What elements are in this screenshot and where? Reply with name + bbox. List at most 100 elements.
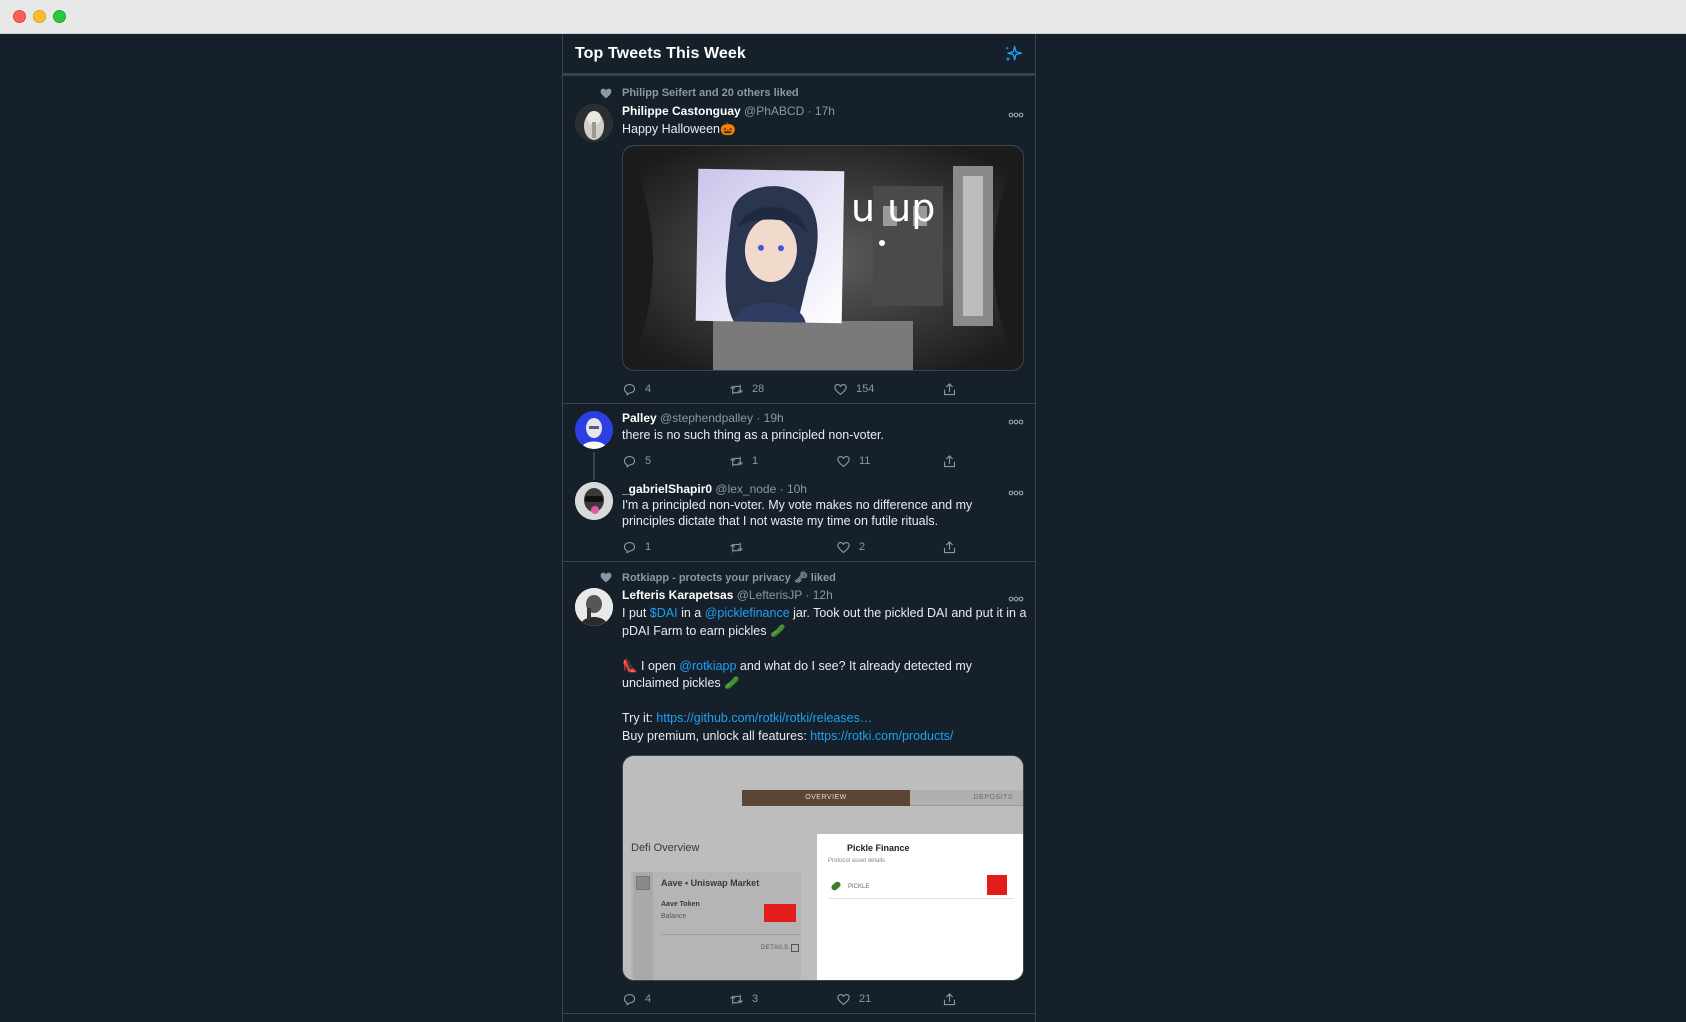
divider — [563, 403, 1035, 404]
author-name[interactable]: _gabrielShapir0 — [622, 482, 712, 496]
reply-count: 4 — [645, 993, 652, 1005]
cashtag-link[interactable]: $DAI — [650, 606, 678, 620]
mention-link[interactable]: @rotkiapp — [679, 659, 736, 673]
retweet-icon — [730, 542, 743, 552]
tweet-text: Happy Halloween🎃 — [622, 122, 736, 136]
share-button[interactable] — [942, 991, 957, 1007]
overview-tab: OVERVIEW — [742, 790, 910, 806]
maximize-window-button[interactable] — [53, 10, 66, 23]
tweet-text: there is no such thing as a principled n… — [622, 428, 884, 442]
reply-button[interactable]: 5 — [622, 453, 651, 469]
close-window-button[interactable] — [13, 10, 26, 23]
defi-title: Defi Overview — [631, 842, 700, 854]
image-caption: u up — [851, 186, 936, 230]
author-handle[interactable]: @stephendpalley — [660, 411, 753, 425]
like-button[interactable]: 154 — [833, 381, 874, 397]
like-button[interactable]: 2 — [836, 539, 865, 555]
reply-button[interactable]: 1 — [622, 539, 651, 555]
timeline-column: Top Tweets This Week Philipp Seifert and… — [562, 34, 1036, 1022]
share-button[interactable] — [942, 453, 957, 469]
tweet-text: I put $DAI in a @picklefinance jar. Took… — [622, 605, 1027, 745]
sparkle-icon[interactable] — [1003, 44, 1023, 64]
share-icon — [943, 454, 956, 467]
share-button[interactable] — [942, 539, 957, 555]
tweet-time[interactable]: · 12h — [805, 588, 832, 602]
minimize-window-button[interactable] — [33, 10, 46, 23]
more-options-icon[interactable] — [1008, 490, 1024, 496]
reply-icon — [623, 541, 636, 553]
tweet-time[interactable]: · 10h — [780, 482, 807, 496]
author-handle[interactable]: @LefterisJP — [737, 588, 802, 602]
social-context[interactable]: Rotkiapp - protects your privacy 🗝 liked — [622, 571, 836, 584]
author-handle[interactable]: @PhABCD — [744, 104, 804, 118]
retweet-icon — [730, 456, 743, 466]
retweet-icon — [730, 384, 743, 394]
author-name[interactable]: Philippe Castonguay — [622, 104, 741, 118]
mention-link[interactable]: @picklefinance — [705, 606, 790, 620]
thread-connector — [593, 452, 595, 480]
retweet-button[interactable]: 1 — [729, 453, 758, 469]
author-name[interactable]: Palley — [622, 411, 657, 425]
retweet-icon — [730, 994, 743, 1004]
reply-count: 4 — [645, 383, 652, 395]
share-icon — [943, 540, 956, 553]
share-icon — [943, 382, 956, 395]
reply-button[interactable]: 4 — [622, 991, 651, 1007]
tweet-time[interactable]: · 17h — [808, 104, 835, 118]
avatar[interactable] — [575, 104, 613, 142]
retweet-count: 28 — [752, 383, 765, 395]
more-options-icon[interactable] — [1008, 596, 1024, 602]
author-handle[interactable]: @lex_node — [715, 482, 776, 496]
timeline-header: Top Tweets This Week — [563, 34, 1035, 76]
retweet-button[interactable]: 3 — [729, 991, 758, 1007]
tweet-paragraph: 👠 I open @rotkiapp and what do I see? It… — [622, 658, 972, 691]
heart-icon — [837, 541, 850, 553]
tweet-header: Philippe Castonguay @PhABCD · 17h — [622, 104, 835, 118]
retweet-count: 3 — [752, 993, 759, 1005]
more-options-icon[interactable] — [1008, 419, 1024, 425]
tweet-paragraph: I put $DAI in a @picklefinance jar. Took… — [622, 606, 1027, 638]
heart-icon — [600, 88, 612, 99]
share-button[interactable] — [942, 381, 957, 397]
tweet-image[interactable]: OVERVIEW DEPOSITS Defi Overview Aave • U… — [622, 755, 1024, 981]
heart-icon — [837, 455, 850, 467]
like-count: 2 — [859, 541, 866, 553]
like-count: 21 — [859, 993, 872, 1005]
tweet-time[interactable]: · 19h — [756, 411, 783, 425]
tweet-text: I'm a principled non-voter. My vote make… — [622, 498, 973, 528]
retweet-button[interactable]: 28 — [729, 381, 764, 397]
reply-count: 5 — [645, 455, 652, 467]
url-link[interactable]: https://github.com/rotki/rotki/releases… — [656, 711, 872, 725]
reply-icon — [623, 383, 636, 395]
pickle-dialog: Pickle Finance Protocol asset details PI… — [817, 834, 1023, 980]
avatar[interactable] — [575, 411, 613, 449]
avatar[interactable] — [575, 588, 613, 626]
reply-button[interactable]: 4 — [622, 381, 651, 397]
window-titlebar — [0, 0, 1686, 34]
tweet-header: _gabrielShapir0 @lex_node · 10h — [622, 482, 807, 496]
url-link[interactable]: https://rotki.com/products/ — [810, 729, 953, 743]
tweet-paragraph: Buy premium, unlock all features: https:… — [622, 728, 954, 743]
heart-icon — [600, 572, 612, 583]
reply-icon — [623, 455, 636, 467]
share-icon — [943, 992, 956, 1005]
heart-icon — [834, 383, 847, 395]
retweet-count: 1 — [752, 455, 759, 467]
heart-icon — [837, 993, 850, 1005]
market-card: Aave • Uniswap Market Aave Token Balance… — [631, 872, 801, 980]
tweet-header: Lefteris Karapetsas @LefterisJP · 12h — [622, 588, 833, 602]
reply-count: 1 — [645, 541, 652, 553]
more-options-icon[interactable] — [1008, 112, 1024, 118]
divider — [563, 561, 1035, 562]
tweet-image[interactable]: u up — [622, 145, 1024, 371]
divider — [563, 1013, 1035, 1014]
tweet-header: Palley @stephendpalley · 19h — [622, 411, 784, 425]
tweet-paragraph: Try it: https://github.com/rotki/rotki/r… — [622, 711, 873, 725]
like-count: 154 — [856, 383, 875, 395]
retweet-button[interactable] — [729, 539, 752, 555]
avatar[interactable] — [575, 482, 613, 520]
like-button[interactable]: 21 — [836, 991, 871, 1007]
like-button[interactable]: 11 — [836, 453, 870, 469]
social-context[interactable]: Philipp Seifert and 20 others liked — [622, 87, 799, 99]
author-name[interactable]: Lefteris Karapetsas — [622, 588, 733, 602]
